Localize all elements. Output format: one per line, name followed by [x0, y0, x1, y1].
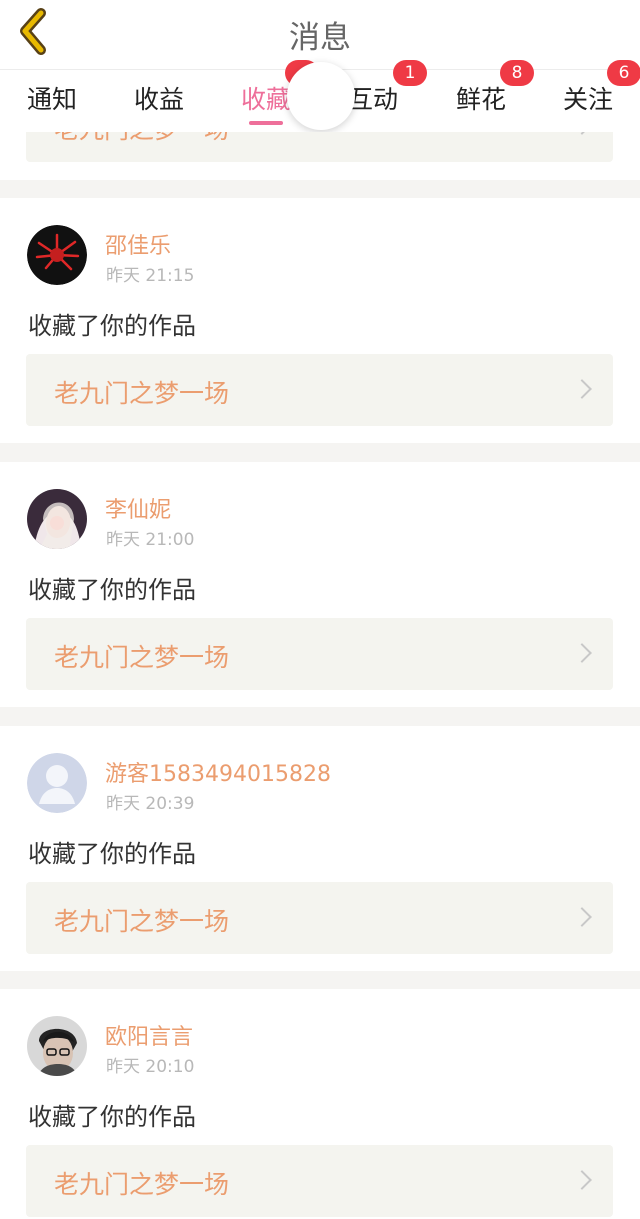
- action-text: 收藏了你的作品: [28, 840, 196, 868]
- work-link[interactable]: 老九门之梦一场: [26, 132, 613, 162]
- chevron-right-icon: [572, 643, 592, 663]
- tab-follows[interactable]: 关注: [563, 80, 613, 116]
- tab-earnings[interactable]: 收益: [134, 80, 184, 116]
- tab-label: 通知: [27, 85, 78, 114]
- floating-circle[interactable]: [287, 62, 355, 130]
- timestamp: 昨天 20:10: [106, 1057, 195, 1077]
- notification-card: 李仙妮 昨天 21:00 收藏了你的作品 老九门之梦一场: [0, 462, 640, 707]
- default-user-avatar[interactable]: [27, 753, 87, 813]
- tab-label: 鲜花: [456, 85, 507, 114]
- red-flower-avatar[interactable]: [27, 225, 87, 285]
- tab-label: 收藏: [241, 85, 292, 114]
- tab-label: 关注: [563, 85, 614, 114]
- action-text: 收藏了你的作品: [28, 1103, 196, 1131]
- timestamp: 昨天 21:15: [106, 266, 195, 286]
- timestamp: 昨天 21:00: [106, 530, 195, 550]
- work-title: 老九门之梦一场: [54, 132, 229, 146]
- page-title: 消息: [289, 20, 351, 56]
- tab-label: 互动: [348, 85, 399, 114]
- notification-card: 游客1583494015828 昨天 20:39 收藏了你的作品 老九门之梦一场: [0, 726, 640, 971]
- timestamp: 昨天 20:39: [106, 794, 195, 814]
- interaction-badge: 1: [393, 60, 427, 86]
- work-link[interactable]: 老九门之梦一场: [26, 618, 613, 690]
- username[interactable]: 邵佳乐: [105, 228, 171, 260]
- header: 消息: [0, 0, 640, 70]
- notification-card: 邵佳乐 昨天 21:15 收藏了你的作品 老九门之梦一场: [0, 198, 640, 443]
- work-title: 老九门之梦一场: [54, 643, 230, 672]
- boy-photo-avatar[interactable]: [27, 1016, 87, 1076]
- work-title: 老九门之梦一场: [54, 907, 230, 936]
- tab-favorites[interactable]: 收藏: [241, 80, 291, 116]
- username[interactable]: 欧阳言言: [105, 1019, 193, 1051]
- action-text: 收藏了你的作品: [28, 312, 196, 340]
- work-link[interactable]: 老九门之梦一场: [26, 354, 613, 426]
- active-tab-indicator: [249, 121, 283, 125]
- action-text: 收藏了你的作品: [28, 576, 196, 604]
- chevron-right-icon: [572, 907, 592, 927]
- username[interactable]: 李仙妮: [105, 492, 171, 524]
- tab-flowers[interactable]: 鲜花: [456, 80, 506, 116]
- chevron-right-icon: [572, 132, 592, 135]
- girl-photo-avatar[interactable]: [27, 489, 87, 549]
- work-link[interactable]: 老九门之梦一场: [26, 882, 613, 954]
- tab-interaction[interactable]: 互动: [348, 80, 398, 116]
- tab-label: 收益: [134, 85, 185, 114]
- notification-feed: 老九门之梦一场 邵佳乐 昨天 21:15 收藏了你的作品: [0, 132, 640, 1219]
- work-link[interactable]: 老九门之梦一场: [26, 1145, 613, 1217]
- work-title: 老九门之梦一场: [54, 379, 230, 408]
- notification-card-partial: 老九门之梦一场: [0, 132, 640, 180]
- username[interactable]: 游客1583494015828: [105, 756, 331, 788]
- follows-badge: 6: [607, 60, 640, 86]
- chevron-right-icon: [572, 1170, 592, 1190]
- tab-notices[interactable]: 通知: [27, 80, 77, 116]
- notification-card: 欧阳言言 昨天 20:10 收藏了你的作品 老九门之梦一场: [0, 989, 640, 1219]
- work-title: 老九门之梦一场: [54, 1170, 230, 1199]
- chevron-right-icon: [572, 379, 592, 399]
- flowers-badge: 8: [500, 60, 534, 86]
